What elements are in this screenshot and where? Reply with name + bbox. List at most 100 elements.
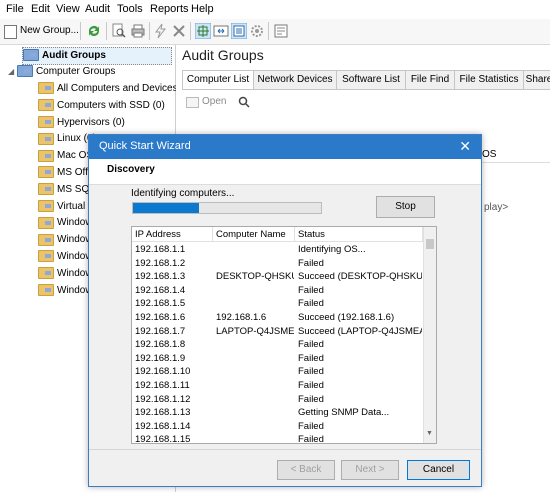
table-row[interactable]: 192.168.1.2 Failed [132,257,422,271]
table-row[interactable]: 192.168.1.10 Failed [132,365,422,379]
tab-network-devices[interactable]: Network Devices [253,70,337,89]
back-button[interactable]: < Back [277,460,335,480]
open-label: Open [202,96,227,107]
table-row[interactable]: 192.168.1.7 LAPTOP-Q4JSMEAT Succeed (LAPTO… [132,325,422,339]
list-icon[interactable] [231,23,247,39]
table-row[interactable]: 192.168.1.4 Failed [132,284,422,298]
table-row[interactable]: 192.168.1.12 Failed [132,393,422,407]
tab-file-find[interactable]: File Find [405,70,455,89]
status-cell: Failed [298,352,324,364]
table-row[interactable]: 192.168.1.9 Failed [132,352,422,366]
ip-cell: 192.168.1.12 [135,393,191,405]
menu-audit[interactable]: Audit [85,3,110,15]
ip-cell: 192.168.1.1 [135,244,186,255]
tab-computer-list[interactable]: Computer List [182,70,254,90]
ip-cell: 192.168.1.7 [135,325,186,337]
folder-icon [38,233,54,246]
progress-bar [132,202,322,214]
ip-cell: 192.168.1.9 [135,352,186,364]
tab-software-list[interactable]: Software List [336,70,406,89]
discovery-list: IP Address Computer Name Status 192.168.… [131,226,437,444]
table-row[interactable]: 192.168.1.13 Getting SNMP Data... [132,406,422,420]
toolbar-separator [149,22,150,40]
refresh-icon[interactable] [86,23,102,39]
column-os: OS [482,149,497,160]
tree-label: Hypervisors (0) [57,116,125,128]
search-icon[interactable] [111,23,127,39]
tab-share[interactable]: Share [523,70,550,89]
next-button[interactable]: Next > [341,460,399,480]
report-icon[interactable] [273,23,289,39]
table-row[interactable]: 192.168.1.5 Failed [132,297,422,311]
folder-icon [38,166,54,179]
scroll-thumb[interactable] [426,239,434,249]
ip-cell: 192.168.1.13 [135,407,191,419]
tree-label: All Computers and Devices (0) [57,83,193,94]
menu-view[interactable]: View [56,3,80,15]
columns-icon[interactable] [213,23,229,39]
ip-cell: 192.168.1.2 [135,257,186,269]
ip-cell: 192.168.1.3 [135,271,186,283]
column-header-status[interactable]: Status [295,227,423,242]
table-row[interactable]: 192.168.1.8 Failed [132,338,422,352]
tree-item-computer-group[interactable]: MS Offic [38,165,95,181]
column-header-ip[interactable]: IP Address [132,227,213,242]
folder-icon [38,115,54,128]
vertical-scrollbar[interactable]: ▼ [423,227,436,443]
grid-icon[interactable] [195,23,211,39]
menu-bar: File Edit View Audit Tools Reports Help [0,0,550,19]
column-header-computer-name[interactable]: Computer Name [213,227,295,242]
menu-tools[interactable]: Tools [117,3,143,15]
status-text: Identifying computers... [131,188,235,199]
menu-help[interactable]: Help [191,3,214,15]
folder-icon [38,99,54,112]
gear-icon[interactable] [249,23,265,39]
status-cell: Failed [298,434,324,444]
print-icon[interactable] [130,23,146,39]
table-row[interactable]: 192.168.1.15 Failed [132,433,422,444]
status-cell: Succeed (DESKTOP-QHSKUL7 [298,271,422,283]
table-row[interactable]: 192.168.1.6 192.168.1.6 Succeed (192.168.1… [132,311,422,325]
lightning-icon[interactable] [153,23,169,39]
computer-name-cell: DESKTOP-QHSKUL [216,271,294,283]
menu-edit[interactable]: Edit [31,3,50,15]
tree-item-audit-groups[interactable]: Audit Groups [22,47,172,65]
computer-name-cell: LAPTOP-Q4JSMEAT [216,325,294,337]
close-icon[interactable]: ✕ [459,138,471,155]
tree-item-computer-group[interactable]: Hypervisors (0) [38,115,125,131]
table-row[interactable]: 192.168.1.14 Failed [132,420,422,434]
tab-file-statistics[interactable]: File Statistics [454,70,524,89]
folder-icon [38,149,54,162]
menu-file[interactable]: File [6,3,24,15]
status-cell: Succeed (LAPTOP-Q4JSMEAT [298,325,422,337]
folder-icon [16,65,33,78]
folder-icon [38,250,54,263]
dialog-header: Discovery [89,159,481,185]
search-icon[interactable] [238,96,250,108]
table-row[interactable]: 192.168.1.11 Failed [132,379,422,393]
tree-item-computer-group[interactable]: Computers with SSD (0) [38,98,165,114]
tree-item-computer-group[interactable]: Mac OS [38,148,93,164]
toolbar-separator [106,22,107,40]
status-cell: Failed [298,420,324,432]
menu-reports[interactable]: Reports [150,3,189,15]
folder-icon [23,49,39,62]
ip-cell: 192.168.1.4 [135,284,186,296]
stop-button[interactable]: Stop [376,196,435,218]
tree-item-computer-groups[interactable]: ◢ Computer Groups [8,64,115,80]
tree-label: Audit Groups [42,50,106,61]
ip-cell: 192.168.1.11 [135,380,190,391]
dialog-title-bar: Quick Start Wizard ✕ [89,135,481,159]
scroll-down-icon[interactable]: ▼ [426,430,433,437]
dialog-title: Quick Start Wizard [99,140,191,152]
tree-item-computer-group[interactable]: All Computers and Devices (0) [38,81,193,97]
cancel-button[interactable]: Cancel [407,460,470,480]
status-cell: Identifying OS... [298,244,366,255]
table-row[interactable]: 192.168.1.3 DESKTOP-QHSKUL Succeed (DESKTO… [132,270,422,284]
ip-cell: 192.168.1.10 [135,366,191,378]
delete-icon[interactable] [171,23,187,39]
table-row[interactable]: 192.168.1.1 Identifying OS... [132,243,422,257]
folder-icon [38,199,54,212]
toolbar-separator [80,22,81,40]
tree-item-computer-group[interactable]: MS SQL [38,182,95,198]
